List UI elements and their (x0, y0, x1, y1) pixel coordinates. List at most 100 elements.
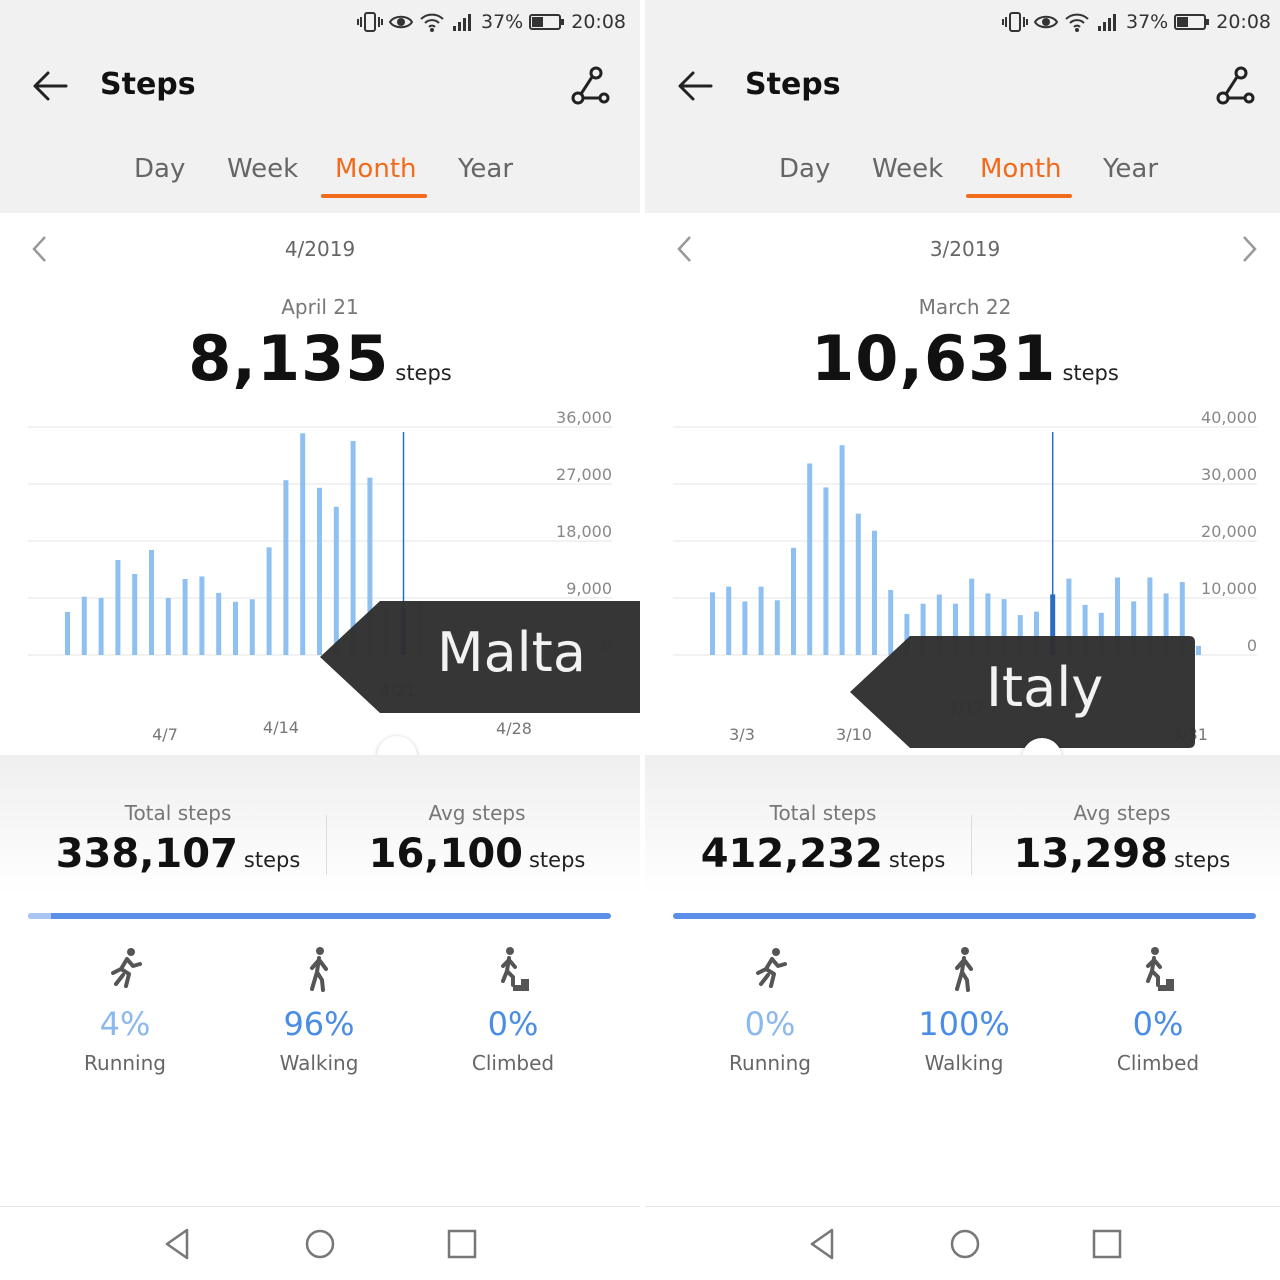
totals-section: Total steps 338,107 steps Avg steps 16,10… (0, 755, 640, 895)
y-tick-label: 18,000 (556, 522, 612, 541)
bar[interactable] (774, 600, 780, 655)
selected-steps-unit: steps (395, 361, 452, 385)
bar[interactable] (182, 579, 188, 655)
total-steps-unit: steps (888, 848, 946, 872)
walking-icon (310, 947, 328, 992)
route-icon[interactable] (1213, 64, 1257, 108)
tab-year[interactable]: Year (1103, 154, 1158, 184)
avg-steps-label: Avg steps (428, 801, 526, 825)
y-tick-label: 27,000 (556, 465, 612, 484)
tab-day[interactable]: Day (134, 154, 185, 184)
bar[interactable] (300, 433, 306, 655)
back-arrow-icon[interactable] (28, 64, 72, 108)
y-tick-label: 10,000 (1201, 579, 1257, 598)
walking-label: Walking (924, 1051, 1004, 1075)
selected-steps-unit: steps (1062, 361, 1119, 385)
system-nav-bar (645, 1206, 1280, 1280)
totals-section: Total steps 412,232 steps Avg steps 13,29… (645, 755, 1280, 895)
signal-icon (1098, 14, 1116, 31)
bar[interactable] (758, 586, 764, 655)
period-tabs: Day Week Month Year (0, 150, 640, 202)
app-header: 37% 20:08 Steps Day Week Month Year (0, 0, 640, 213)
bar[interactable] (710, 592, 715, 655)
selected-date: April 21 (281, 295, 359, 319)
total-steps-unit: steps (243, 848, 301, 872)
y-tick-label: 20,000 (1201, 522, 1257, 541)
battery-icon (1174, 14, 1210, 30)
bar[interactable] (726, 586, 732, 655)
y-tick-label: 9,000 (566, 579, 612, 598)
bar[interactable] (165, 598, 171, 655)
recents-square-icon[interactable] (445, 1227, 479, 1261)
bar[interactable] (742, 601, 748, 655)
bar[interactable] (1196, 645, 1201, 655)
bar[interactable] (98, 598, 104, 655)
running-label: Running (84, 1051, 166, 1075)
activity-walking: 96% Walking (239, 945, 399, 1075)
bar[interactable] (839, 445, 845, 655)
total-steps-value: 412,232 (700, 831, 883, 877)
back-triangle-icon[interactable] (161, 1227, 195, 1261)
tab-week[interactable]: Week (227, 154, 298, 184)
home-circle-icon[interactable] (303, 1227, 337, 1261)
bar[interactable] (115, 560, 121, 655)
x-tick-label: 3/3 (729, 725, 755, 744)
selected-steps-value: 10,631 (811, 322, 1057, 395)
activity-split-bar (673, 913, 1256, 919)
system-nav-bar (0, 1206, 640, 1280)
running-percent: 0% (744, 1005, 796, 1043)
walking-percent: 96% (283, 1005, 355, 1043)
bar[interactable] (132, 573, 138, 655)
page-title: Steps (100, 67, 196, 102)
bar[interactable] (65, 611, 70, 655)
selected-date: March 22 (918, 295, 1012, 319)
active-tab-indicator (321, 194, 427, 198)
route-icon[interactable] (568, 64, 612, 108)
country-annotation: Malta (320, 601, 640, 713)
bar[interactable] (823, 487, 829, 655)
bar[interactable] (249, 599, 255, 655)
bar[interactable] (149, 549, 154, 655)
wifi-icon (420, 13, 444, 32)
country-annotation: Italy (850, 636, 1195, 748)
bar[interactable] (283, 480, 289, 655)
tab-year[interactable]: Year (458, 154, 513, 184)
walking-icon (955, 947, 973, 992)
total-steps-value: 338,107 (55, 831, 238, 877)
tab-month[interactable]: Month (980, 154, 1062, 184)
walking-label: Walking (279, 1051, 359, 1075)
climbed-label: Climbed (471, 1051, 555, 1075)
country-label: Malta (437, 621, 586, 684)
back-arrow-icon[interactable] (673, 64, 717, 108)
total-steps: Total steps 412,232 steps (673, 801, 973, 877)
battery-percent: 37% (1126, 11, 1169, 33)
tab-week[interactable]: Week (872, 154, 943, 184)
app-header: 37% 20:08 Steps Day Week Month Year (645, 0, 1280, 213)
bar[interactable] (81, 596, 87, 655)
total-steps: Total steps 338,107 steps (28, 801, 328, 877)
bar[interactable] (199, 576, 205, 655)
bar[interactable] (233, 601, 238, 655)
climbing-icon (1142, 947, 1174, 991)
climbing-icon (497, 947, 529, 991)
avg-steps-value: 16,100 (368, 831, 523, 877)
x-tick-label: 4/28 (496, 719, 532, 738)
climbed-percent: 0% (487, 1005, 539, 1043)
tab-month[interactable]: Month (335, 154, 417, 184)
bar[interactable] (216, 592, 222, 655)
bar[interactable] (266, 547, 272, 655)
status-bar: 37% 20:08 (357, 8, 626, 36)
recents-square-icon[interactable] (1090, 1227, 1124, 1261)
x-tick-label: 4/14 (263, 718, 299, 737)
period-label: 3/2019 (929, 237, 1001, 261)
tab-day[interactable]: Day (779, 154, 830, 184)
selected-steps: 8,135 steps (0, 322, 640, 395)
bar[interactable] (791, 547, 796, 655)
active-tab-indicator (966, 194, 1072, 198)
bar[interactable] (807, 463, 813, 655)
avg-steps: Avg steps 16,100 steps (327, 801, 627, 877)
back-triangle-icon[interactable] (806, 1227, 840, 1261)
home-circle-icon[interactable] (948, 1227, 982, 1261)
period-tabs: Day Week Month Year (645, 150, 1280, 202)
bar[interactable] (855, 513, 861, 655)
